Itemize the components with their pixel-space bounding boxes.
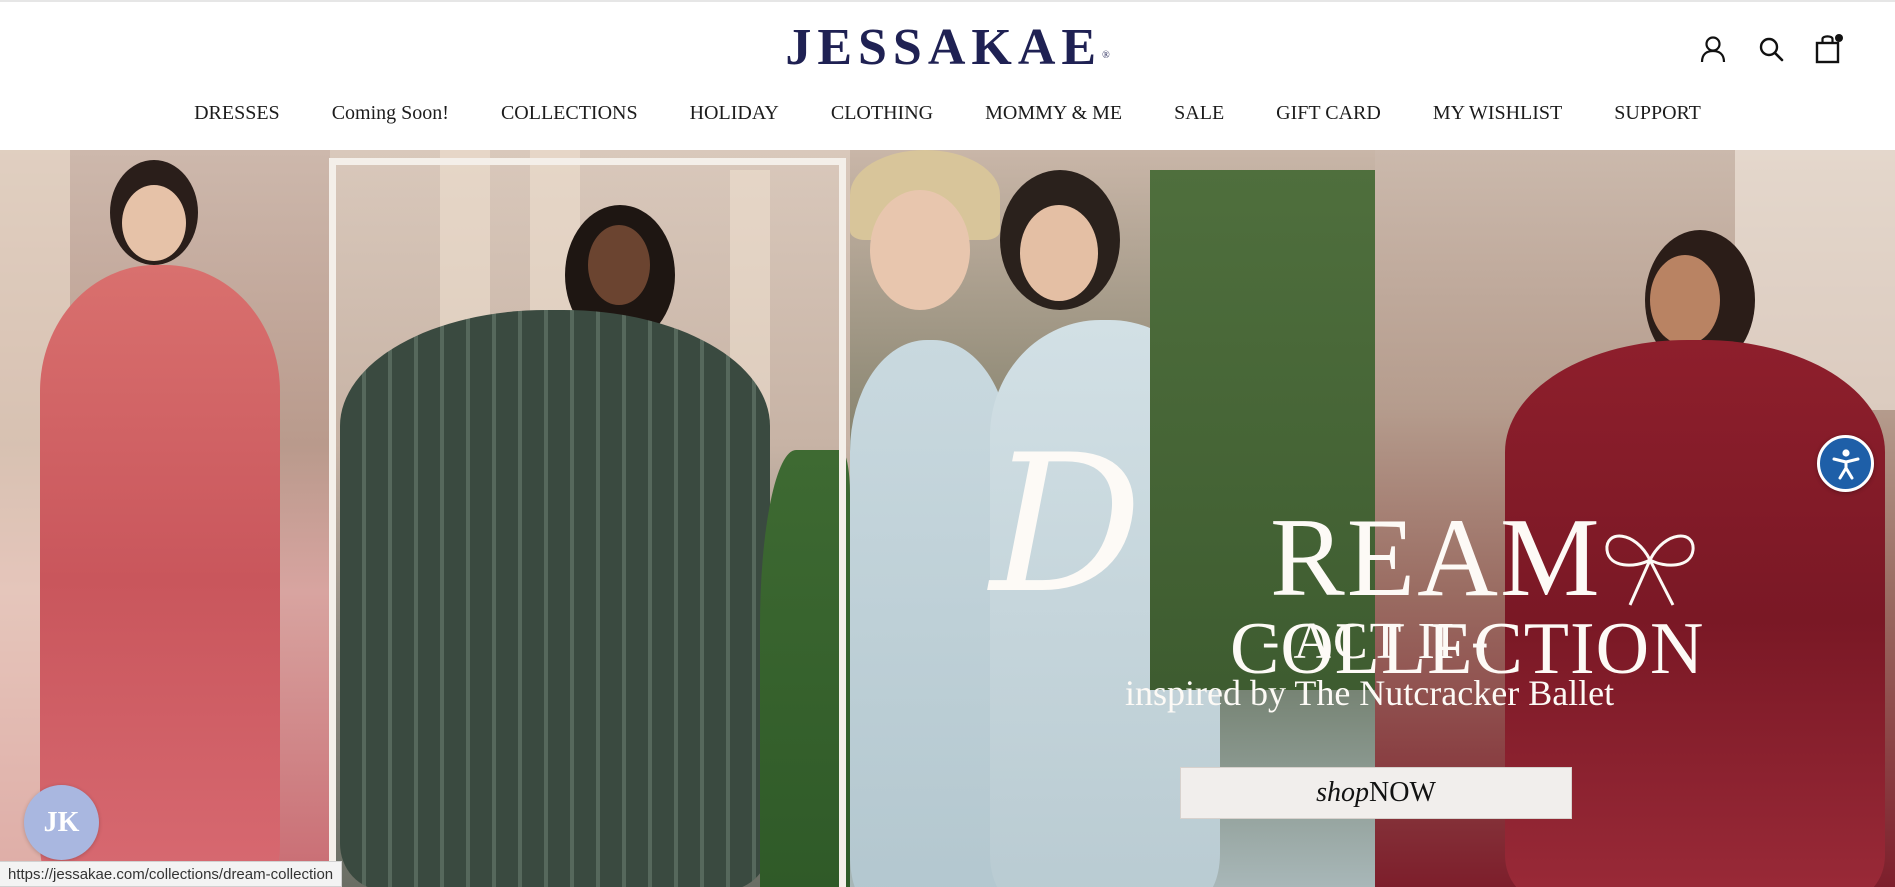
shop-now-bold: NOW <box>1369 777 1436 808</box>
hero-act-label: - ACT II - <box>1262 613 1491 670</box>
header-icons <box>1697 32 1845 66</box>
hero-photo-pink-dress <box>0 150 330 887</box>
nav-item-my-wishlist[interactable]: MY WISHLIST <box>1407 102 1588 125</box>
registered-mark: ® <box>1102 50 1110 61</box>
hero-title-initial: D <box>990 414 1143 635</box>
shop-now-italic: shop <box>1316 777 1370 808</box>
nav-item-mommy-and-me[interactable]: MOMMY & ME <box>959 102 1148 125</box>
nav-item-support[interactable]: SUPPORT <box>1588 102 1727 125</box>
cart-badge-dot <box>1835 34 1843 42</box>
jk-chat-badge[interactable]: JK <box>24 785 99 860</box>
hero-banner[interactable]: D REAM COLLECTION <box>0 150 1895 887</box>
nav-item-sale[interactable]: SALE <box>1148 102 1250 125</box>
nav-item-collections[interactable]: COLLECTIONS <box>475 102 664 125</box>
search-icon[interactable] <box>1755 32 1787 66</box>
hero-tagline: inspired by The Nutcracker Ballet <box>1125 673 1615 713</box>
shop-now-button[interactable]: shop NOW <box>1180 767 1572 819</box>
account-icon[interactable] <box>1697 32 1729 66</box>
accessibility-icon <box>1832 448 1859 479</box>
hero-photo-frame <box>329 158 846 887</box>
cart-icon[interactable] <box>1813 32 1845 66</box>
site-header: JESSAKAE® DRESSES Coming Soon! COLLECTIO… <box>0 2 1895 150</box>
nav-item-clothing[interactable]: CLOTHING <box>805 102 959 125</box>
status-bar-url: https://jessakae.com/collections/dream-c… <box>0 861 343 887</box>
nav-item-dresses[interactable]: DRESSES <box>168 102 306 125</box>
brand-logo-text: JESSAKAE <box>785 19 1103 76</box>
main-nav: DRESSES Coming Soon! COLLECTIONS HOLIDAY… <box>0 102 1895 125</box>
hero-title: D REAM COLLECTION <box>980 430 1740 710</box>
hero-title-rest: REAM <box>1270 496 1602 620</box>
accessibility-button[interactable] <box>1817 435 1874 492</box>
nav-item-holiday[interactable]: HOLIDAY <box>664 102 805 125</box>
nav-item-coming-soon[interactable]: Coming Soon! <box>306 102 475 125</box>
nav-item-gift-card[interactable]: GIFT CARD <box>1250 102 1407 125</box>
bow-icon <box>1605 534 1695 606</box>
brand-logo[interactable]: JESSAKAE® <box>0 18 1895 77</box>
